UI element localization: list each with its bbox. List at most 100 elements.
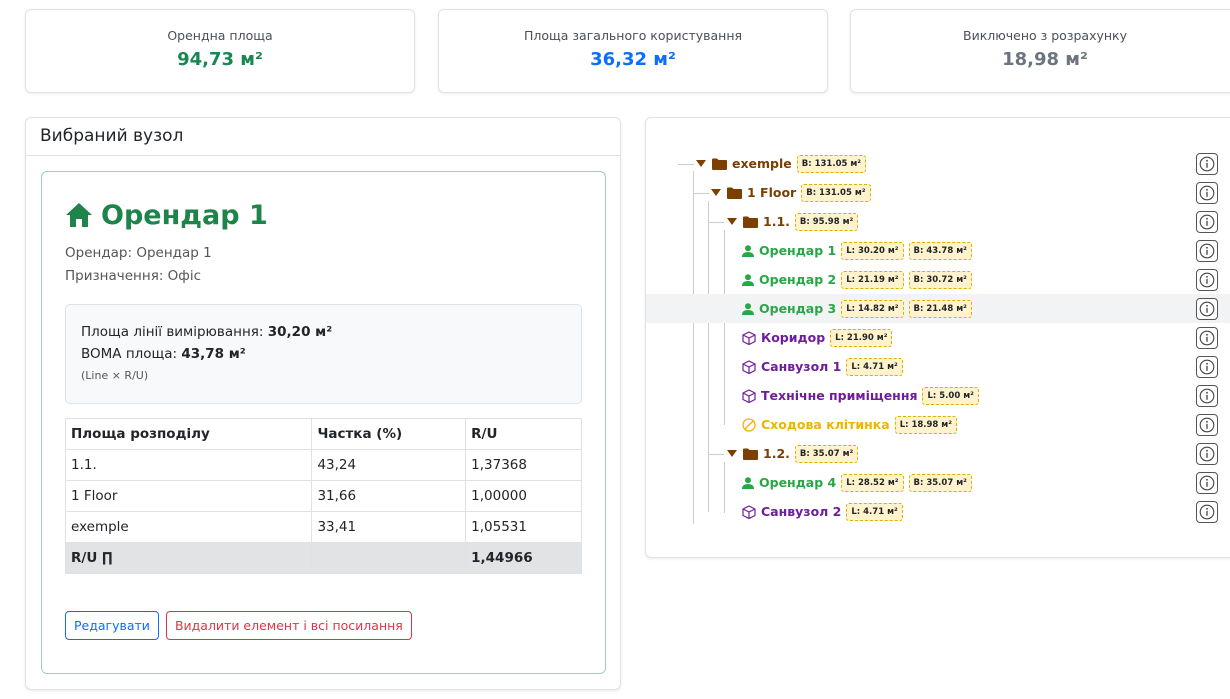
area-badge: L: 5.00 м² xyxy=(922,386,979,405)
col-header: Частка (%) xyxy=(311,418,467,450)
folder-icon xyxy=(743,216,758,228)
table-cell: 43,24 xyxy=(311,449,467,481)
node-details-card: Орендар 1 Орендар: Орендар 1 Призначення… xyxy=(41,171,606,674)
info-button[interactable] xyxy=(1196,471,1218,494)
tree-node[interactable]: Орендар 2 L: 21.19 м² B: 30.72 м² xyxy=(646,265,1230,294)
tree-node[interactable]: Санвузол 1 L: 4.71 м² xyxy=(646,352,1230,381)
tree-node[interactable]: Санвузол 2 L: 4.71 м² xyxy=(646,497,1230,526)
tree-node[interactable]: Технічне приміщення L: 5.00 м² xyxy=(646,381,1230,410)
tree-node[interactable]: 1.1. B: 95.98 м² xyxy=(646,207,1230,236)
caret-down-icon[interactable] xyxy=(711,189,721,196)
tree-node-label: Санвузол 1 xyxy=(761,359,842,374)
area-badge: L: 28.52 м² xyxy=(841,473,904,492)
person-icon xyxy=(742,244,754,257)
table-cell: 1,00000 xyxy=(465,480,582,512)
tree-node-label: Сходова клітинка xyxy=(761,417,890,432)
purpose-line: Призначення: Офіс xyxy=(65,268,202,284)
tree-node-label: Санвузол 2 xyxy=(761,504,842,519)
info-icon xyxy=(1199,243,1215,258)
prohibited-icon xyxy=(742,417,756,432)
table-cell: R/U ∏ xyxy=(64,542,313,574)
area-badge: L: 4.71 м² xyxy=(846,502,903,521)
stat-value: 36,32 м² xyxy=(590,49,676,70)
stat-card-common: Площа загального користування 36,32 м² xyxy=(438,9,828,93)
tree-node-label: Орендар 3 xyxy=(759,301,837,316)
info-icon xyxy=(1199,214,1215,229)
info-button[interactable] xyxy=(1196,152,1218,175)
info-icon xyxy=(1199,504,1215,519)
area-badge: L: 30.20 м² xyxy=(841,241,904,260)
tree-node[interactable]: Коридор L: 21.90 м² xyxy=(646,323,1230,352)
tree-node[interactable]: exemple B: 131.05 м² xyxy=(646,149,1230,178)
caret-down-icon[interactable] xyxy=(727,218,737,225)
folder-icon xyxy=(727,187,742,199)
tree-node-label: 1 Floor xyxy=(747,185,797,200)
info-icon xyxy=(1199,388,1215,403)
tree-node-label: Орендар 4 xyxy=(759,475,837,490)
cube-icon xyxy=(742,330,756,345)
area-badge: L: 21.90 м² xyxy=(830,328,893,347)
info-button[interactable] xyxy=(1196,384,1218,407)
tree-node[interactable]: Сходова клітинка L: 18.98 м² xyxy=(646,410,1230,439)
tree-node-label: Орендар 1 xyxy=(759,243,837,258)
tree-node-label: exemple xyxy=(732,156,792,171)
tenant-line: Орендар: Орендар 1 xyxy=(65,245,212,261)
area-info-box: Площа лінії вимірювання: 30,20 м² BOMA п… xyxy=(65,304,582,404)
stat-label: Виключено з розрахунку xyxy=(963,28,1127,43)
table-cell: 33,41 xyxy=(311,511,467,543)
col-header: Площа розподілу xyxy=(64,418,313,450)
tree-node-label: 1.2. xyxy=(763,446,790,461)
selected-node-panel: Вибраний вузол Орендар 1 Орендар: Оренда… xyxy=(25,117,621,690)
house-icon xyxy=(66,203,92,227)
info-button[interactable] xyxy=(1196,239,1218,262)
table-row: 1.1. 43,24 1,37368 xyxy=(64,449,582,481)
table-cell: 1,05531 xyxy=(465,511,582,543)
area-badge: L: 14.82 м² xyxy=(841,299,904,318)
area-badge: B: 95.98 м² xyxy=(794,212,859,231)
stat-value: 18,98 м² xyxy=(1002,49,1088,70)
node-title: Орендар 1 xyxy=(65,196,582,234)
info-icon xyxy=(1199,417,1215,432)
caret-down-icon[interactable] xyxy=(696,160,706,167)
table-cell: exemple xyxy=(64,511,313,543)
area-badge: B: 131.05 м² xyxy=(801,183,871,202)
stat-label: Орендна площа xyxy=(167,28,273,43)
info-icon xyxy=(1199,330,1215,345)
tree-node-label: Коридор xyxy=(761,330,826,345)
tree-node[interactable]: Орендар 1 L: 30.20 м² B: 43.78 м² xyxy=(646,236,1230,265)
tree-node[interactable]: Орендар 3 L: 14.82 м² B: 21.48 м² xyxy=(646,294,1230,323)
distribution-table: Площа розподілу Частка (%) R/U 1.1. 43,2… xyxy=(64,418,582,574)
info-button[interactable] xyxy=(1196,181,1218,204)
info-button[interactable] xyxy=(1196,500,1218,523)
info-button[interactable] xyxy=(1196,268,1218,291)
delete-button[interactable]: Видалити елемент і всі посилання xyxy=(165,611,412,640)
info-icon xyxy=(1199,156,1215,171)
col-header: R/U xyxy=(465,418,582,450)
table-cell: 1 Floor xyxy=(64,480,313,512)
info-button[interactable] xyxy=(1196,413,1218,436)
tree-panel: exemple B: 131.05 м² 1 Floor B: 131.05 м² 1.… xyxy=(645,117,1230,558)
stat-card-rentable: Орендна площа 94,73 м² xyxy=(25,9,415,93)
area-badge: B: 35.07 м² xyxy=(794,444,859,463)
tree-node[interactable]: 1 Floor B: 131.05 м² xyxy=(646,178,1230,207)
info-icon xyxy=(1199,359,1215,374)
info-button[interactable] xyxy=(1196,326,1218,349)
edit-button[interactable]: Редагувати xyxy=(65,611,159,640)
area-badge: B: 35.07 м² xyxy=(908,473,972,492)
table-cell: 1.1. xyxy=(64,449,313,481)
tree-node[interactable]: Орендар 4 L: 28.52 м² B: 35.07 м² xyxy=(646,468,1230,497)
node-title-text: Орендар 1 xyxy=(101,199,268,231)
line-area-value: 30,20 м² xyxy=(267,324,333,340)
tree-node[interactable]: 1.2. B: 35.07 м² xyxy=(646,439,1230,468)
info-button[interactable] xyxy=(1196,210,1218,233)
info-button[interactable] xyxy=(1196,355,1218,378)
table-row: 1 Floor 31,66 1,00000 xyxy=(64,480,582,512)
table-row: exemple 33,41 1,05531 xyxy=(64,511,582,543)
area-badge: B: 43.78 м² xyxy=(908,241,972,260)
tree-node-label: Орендар 2 xyxy=(759,272,837,287)
info-button[interactable] xyxy=(1196,442,1218,465)
caret-down-icon[interactable] xyxy=(727,450,737,457)
boma-area-label: BOMA площа: xyxy=(81,346,182,362)
folder-icon xyxy=(743,448,758,460)
info-button[interactable] xyxy=(1196,297,1218,320)
